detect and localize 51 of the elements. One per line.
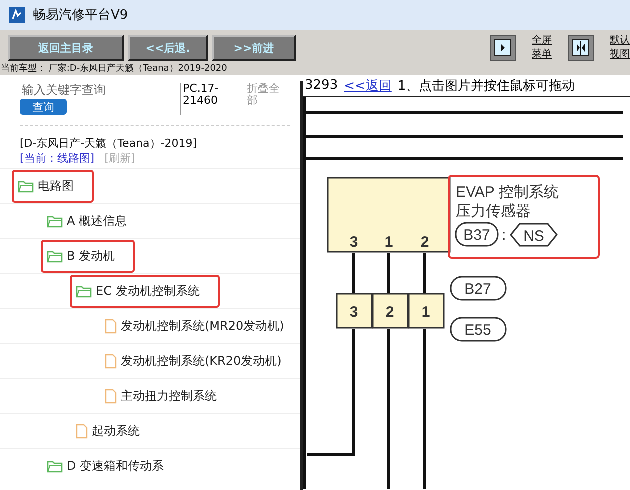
- pin-number: 3: [350, 234, 358, 251]
- wire: [424, 253, 426, 293]
- connector-cell: [408, 293, 445, 329]
- connector-tag: B27: [450, 276, 507, 301]
- current-view-link[interactable]: [当前：线路图]: [20, 151, 95, 166]
- folder-icon: [18, 180, 34, 192]
- wire: [388, 253, 390, 293]
- harness-tag: NS: [510, 223, 558, 247]
- connector-tag: B37: [455, 222, 499, 247]
- tree-item[interactable]: 电路图: [12, 170, 94, 202]
- tree-item[interactable]: B 发动机: [41, 240, 136, 272]
- document-icon: [105, 354, 117, 368]
- component-name: 压力传感器: [456, 203, 531, 220]
- breadcrumb: [D-东风日产-天籁（Teana）-2019]: [19, 136, 198, 151]
- pin-number: 3: [350, 304, 358, 321]
- folder-icon: [47, 460, 63, 472]
- page-number: 3293: [305, 78, 338, 93]
- code-label: PC.17-21460: [180, 83, 239, 115]
- document-icon: [76, 424, 88, 438]
- document-icon: [105, 388, 117, 404]
- pin-number: 2: [386, 304, 394, 321]
- folder-icon: [47, 214, 63, 228]
- pin-number: 1: [384, 234, 394, 251]
- tree-item[interactable]: A 概述信息: [41, 206, 134, 236]
- tree-item[interactable]: 发动机控制系统(MR20发动机): [99, 312, 290, 340]
- window-title: 畅易汽修平台V9: [33, 7, 128, 24]
- wire: [352, 253, 356, 293]
- current-model-label: 当前车型： 厂家:D-东风日产天籁（Teana）2019-2020: [0, 63, 228, 75]
- folder-icon: [47, 250, 63, 262]
- pin-number: 1: [422, 304, 430, 321]
- connector-cell: [372, 293, 409, 329]
- folder-icon: [76, 284, 92, 298]
- back-link[interactable]: <<返回: [344, 76, 392, 94]
- connector-tag: E55: [450, 317, 507, 342]
- separator-text: :: [502, 227, 506, 244]
- split-view-icon[interactable]: [568, 35, 594, 61]
- view-link[interactable]: 默认 视图: [610, 34, 630, 62]
- tree-item[interactable]: EC 发动机控制系统: [70, 274, 220, 308]
- document-icon: [105, 318, 117, 334]
- tree-item[interactable]: D 变速箱和传动系: [41, 452, 170, 480]
- view-link[interactable]: 全屏 菜单: [532, 34, 552, 62]
- pin-number: 2: [420, 234, 430, 251]
- tree-item[interactable]: 起动系统: [70, 416, 146, 446]
- tree-item[interactable]: 发动机控制系统(KR20发动机): [99, 346, 288, 376]
- app-logo-icon: [9, 7, 25, 23]
- search-button[interactable]: 查询: [20, 99, 67, 115]
- expand-panel-icon[interactable]: [490, 35, 516, 61]
- instruction-text: 1、点击图片并按住鼠标可拖动: [398, 78, 576, 94]
- connector-cell: [336, 293, 373, 329]
- component-name: EVAP 控制系统: [456, 184, 559, 201]
- tree-item[interactable]: 主动扭力控制系统: [99, 382, 223, 410]
